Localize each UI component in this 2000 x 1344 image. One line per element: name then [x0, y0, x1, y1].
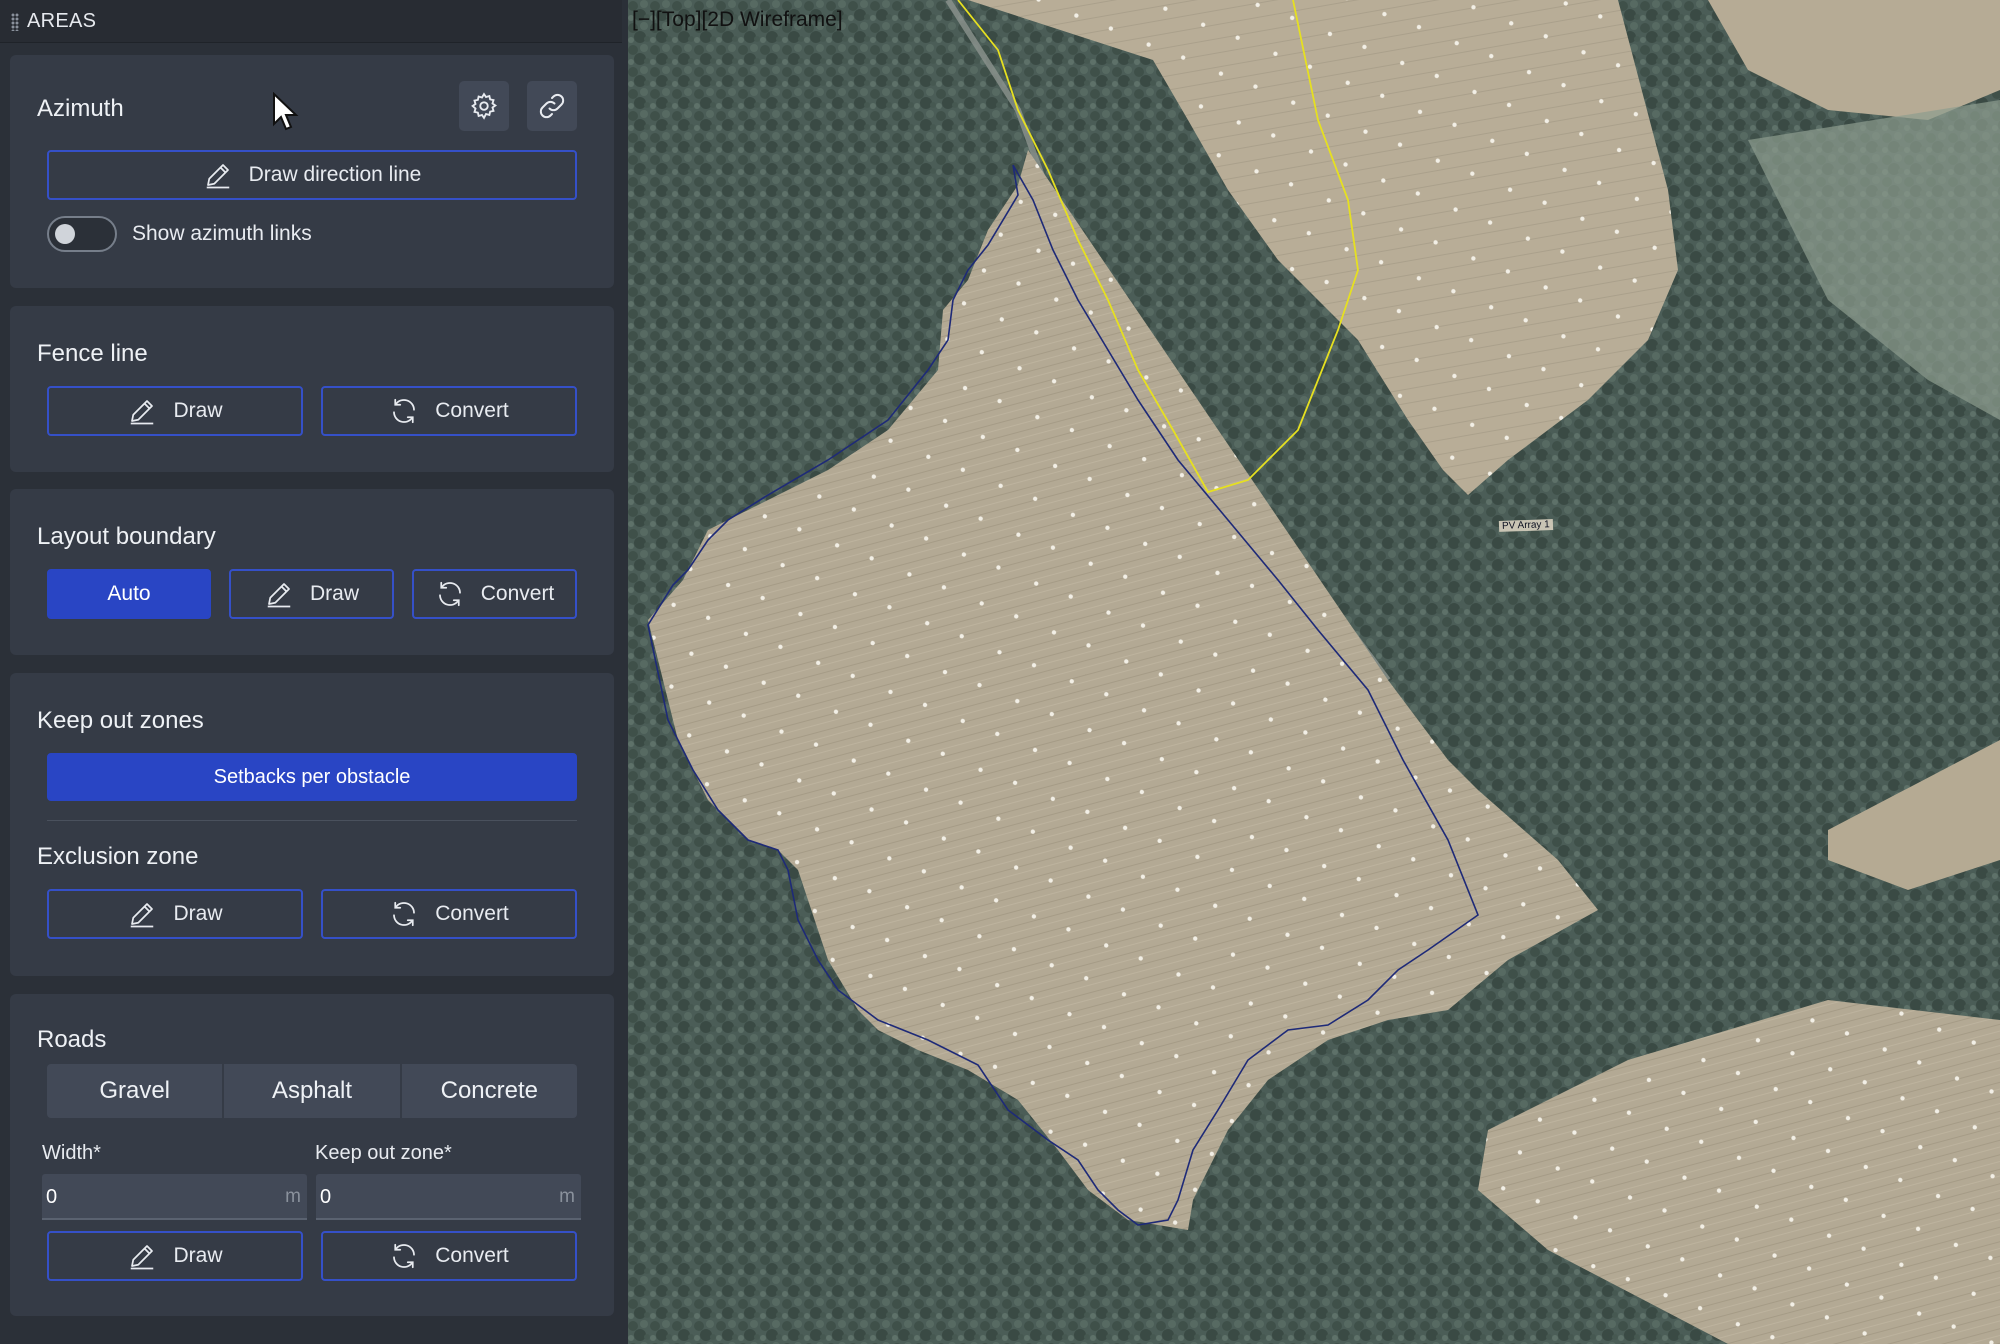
- layout-boundary-draw-button[interactable]: Draw: [229, 569, 394, 619]
- map-viewport[interactable]: [−][Top][2D Wireframe] PV Array 1: [628, 0, 2000, 1344]
- gear-icon: [471, 92, 498, 120]
- panel-header: AREAS: [0, 0, 622, 43]
- road-type-concrete[interactable]: Concrete: [401, 1064, 577, 1118]
- keep-out-zones-title: Keep out zones: [37, 707, 204, 734]
- road-type-gravel[interactable]: Gravel: [47, 1064, 225, 1118]
- width-label: Width*: [42, 1142, 101, 1164]
- pencil-icon: [131, 1245, 154, 1270]
- layout-boundary-title: Layout boundary: [37, 523, 216, 550]
- refresh-icon: [438, 581, 461, 607]
- convert-label: Convert: [480, 582, 555, 605]
- convert-label: Convert: [435, 902, 509, 925]
- fence-line-draw-button[interactable]: Draw: [47, 386, 303, 436]
- draw-label: Draw: [173, 902, 223, 925]
- draw-direction-line-label: Draw direction line: [248, 163, 422, 186]
- draw-label: Draw: [173, 1244, 223, 1267]
- roads-title: Roads: [37, 1026, 107, 1053]
- layout-boundary-convert-button[interactable]: Convert: [412, 569, 577, 619]
- setbacks-label: Setbacks per obstacle: [213, 765, 411, 788]
- refresh-icon: [393, 1243, 416, 1269]
- link-button[interactable]: [527, 81, 577, 131]
- panel-title: AREAS: [27, 10, 97, 32]
- width-unit: m: [285, 1186, 301, 1207]
- viewport-view-label[interactable]: [−][Top][2D Wireframe]: [632, 8, 843, 32]
- refresh-icon: [393, 901, 416, 927]
- keep-out-zone-label: Keep out zone*: [315, 1142, 452, 1164]
- show-azimuth-links-toggle[interactable]: [47, 216, 117, 252]
- auto-label: Auto: [107, 582, 151, 605]
- pencil-icon: [131, 903, 154, 928]
- keep-out-zone-unit: m: [559, 1186, 575, 1207]
- parcel-label: PV Array 1: [1498, 519, 1553, 532]
- pencil-icon: [131, 400, 154, 425]
- mouse-cursor-icon: [273, 92, 299, 131]
- exclusion-zone-convert-button[interactable]: Convert: [321, 889, 577, 939]
- road-type-asphalt[interactable]: Asphalt: [224, 1064, 402, 1118]
- exclusion-zone-title: Exclusion zone: [37, 843, 199, 870]
- keep-out-zone-input[interactable]: 0 m: [316, 1174, 581, 1220]
- setbacks-per-obstacle-button[interactable]: Setbacks per obstacle: [47, 753, 577, 801]
- layout-boundary-auto-button[interactable]: Auto: [47, 569, 211, 619]
- roads-draw-button[interactable]: Draw: [47, 1231, 303, 1281]
- toggle-knob: [55, 224, 75, 244]
- keep-out-zone-value: 0: [320, 1186, 332, 1208]
- section-divider: [47, 820, 577, 821]
- convert-label: Convert: [435, 1244, 509, 1267]
- width-value: 0: [46, 1186, 58, 1208]
- settings-button[interactable]: [459, 81, 509, 131]
- link-icon: [539, 93, 565, 119]
- azimuth-title: Azimuth: [37, 95, 124, 122]
- draw-direction-line-button[interactable]: Draw direction line: [47, 150, 577, 200]
- refresh-icon: [393, 398, 416, 424]
- exclusion-zone-draw-button[interactable]: Draw: [47, 889, 303, 939]
- aerial-map[interactable]: [628, 0, 2000, 1344]
- fence-line-title: Fence line: [37, 340, 148, 367]
- draw-label: Draw: [309, 582, 359, 605]
- draw-label: Draw: [173, 399, 223, 422]
- roads-convert-button[interactable]: Convert: [321, 1231, 577, 1281]
- show-azimuth-links-label: Show azimuth links: [132, 222, 312, 245]
- width-input[interactable]: 0 m: [42, 1174, 307, 1220]
- areas-panel: AREAS Azimuth Draw direction line Show a…: [0, 0, 628, 1344]
- pencil-icon: [206, 164, 229, 189]
- convert-label: Convert: [435, 399, 509, 422]
- fence-line-convert-button[interactable]: Convert: [321, 386, 577, 436]
- road-type-segmented-control: Gravel Asphalt Concrete: [47, 1064, 577, 1118]
- pencil-icon: [267, 583, 291, 608]
- drag-grip-icon[interactable]: [11, 13, 19, 31]
